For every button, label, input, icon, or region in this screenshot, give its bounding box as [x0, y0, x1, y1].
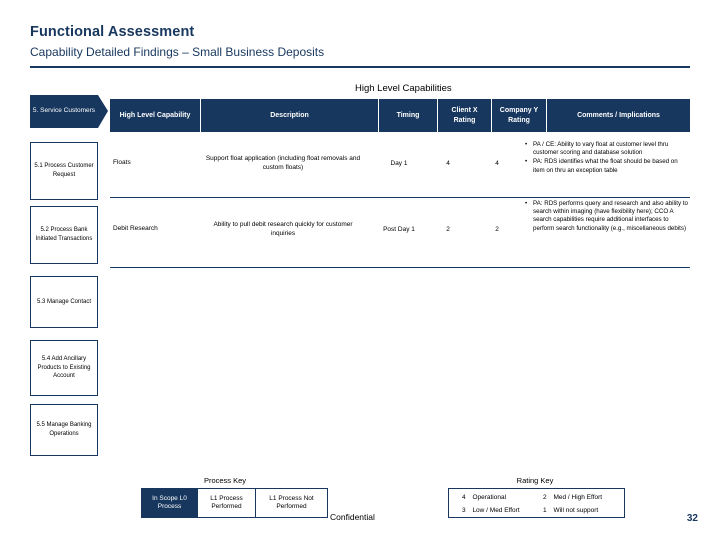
confidential-label: Confidential — [330, 512, 375, 522]
column-header-capability: High Level Capability — [119, 111, 191, 119]
rating-num: 1 — [543, 507, 547, 514]
arrow-right-icon — [98, 95, 108, 128]
cell-description: Ability to pull debit research quickly f… — [213, 221, 353, 237]
rating-num: 2 — [543, 494, 547, 501]
process-key-item-label: In Scope L0 Process — [152, 494, 187, 510]
sidebar-item-service-customers[interactable]: 5. Service Customers — [30, 95, 108, 128]
sidebar-item-5-2[interactable]: 5.2 Process Bank Initiated Transactions — [30, 206, 98, 264]
cell-capability: Floats — [113, 159, 131, 166]
table-header: High Level Capability Description Timing… — [110, 99, 690, 132]
rating-key-item-4: 4 Operational — [462, 494, 506, 501]
process-key-item-not-performed[interactable]: L1 Process Not Performed — [256, 489, 327, 517]
cell-comments: PA: RDS performs query and research and … — [519, 200, 689, 234]
sidebar-item-label: 5. Service Customers — [32, 107, 96, 115]
sidebar-item-5-3[interactable]: 5.3 Manage Contact — [30, 276, 98, 328]
column-header-company-rating: Company Y Rating — [499, 107, 539, 124]
comment-item: PA: RDS performs query and research and … — [525, 200, 689, 233]
sidebar-item-label: 5.2 Process Bank Initiated Transactions — [35, 227, 93, 242]
page-title: Functional Assessment — [30, 24, 195, 40]
cell-capability: Debit Research — [113, 225, 158, 232]
section-label: High Level Capabilities — [355, 83, 452, 94]
rating-key-item-1: 1 Will not support — [543, 507, 598, 514]
rating-key-item-2: 2 Med / High Effort — [543, 494, 602, 501]
comment-item: PA / CE: Ability to vary float at custom… — [525, 141, 689, 157]
page-subtitle: Capability Detailed Findings – Small Bus… — [30, 45, 325, 59]
rating-text: Will not support — [553, 507, 599, 514]
rating-num: 4 — [462, 494, 466, 501]
process-key-title: Process Key — [203, 476, 247, 485]
sidebar-item-label: 5.1 Process Customer Request — [34, 163, 94, 178]
process-key-item-label: L1 Process Performed — [210, 494, 243, 510]
cell-client-rating: 4 — [446, 160, 450, 167]
cell-timing: Post Day 1 — [383, 226, 415, 233]
sidebar-item-label: 5.3 Manage Contact — [36, 298, 92, 305]
column-header-timing: Timing — [396, 111, 420, 119]
cell-company-rating: 2 — [495, 226, 499, 233]
cell-company-rating: 4 — [495, 160, 499, 167]
process-key-item-in-scope[interactable]: In Scope L0 Process — [142, 489, 197, 517]
rating-text: Med / High Effort — [553, 494, 603, 501]
header-divider — [30, 66, 690, 68]
rating-text: Low / Med Effort — [472, 507, 520, 514]
rating-key-item-3: 3 Low / Med Effort — [462, 507, 520, 514]
process-key-item-performed[interactable]: L1 Process Performed — [198, 489, 255, 517]
sidebar-item-5-1[interactable]: 5.1 Process Customer Request — [30, 142, 98, 200]
column-header-comments: Comments / Implications — [577, 111, 660, 119]
row-divider — [110, 267, 690, 268]
row-divider — [110, 197, 690, 198]
sidebar-item-5-4[interactable]: 5.4 Add Ancillary Products to Existing A… — [30, 340, 98, 396]
rating-key-title: Rating Key — [516, 476, 554, 485]
column-header-description: Description — [270, 111, 309, 119]
slide: Functional Assessment Capability Detaile… — [0, 0, 720, 540]
sidebar-item-5-5[interactable]: 5.5 Manage Banking Operations — [30, 404, 98, 456]
sidebar-item-label: 5.4 Add Ancillary Products to Existing A… — [37, 355, 91, 380]
rating-num: 3 — [462, 507, 466, 514]
cell-timing: Day 1 — [390, 160, 408, 167]
cell-description: Support float application (including flo… — [205, 155, 361, 171]
comment-item: PA: RDS identifies what the float should… — [525, 158, 689, 174]
cell-client-rating: 2 — [446, 226, 450, 233]
column-header-client-rating: Client X Rating — [451, 107, 478, 124]
page-number: 32 — [686, 513, 698, 524]
process-key-item-label: L1 Process Not Performed — [269, 494, 314, 510]
rating-text: Operational — [472, 494, 507, 501]
cell-comments: PA / CE: Ability to vary float at custom… — [519, 141, 689, 176]
sidebar-item-label: 5.5 Manage Banking Operations — [36, 422, 92, 437]
